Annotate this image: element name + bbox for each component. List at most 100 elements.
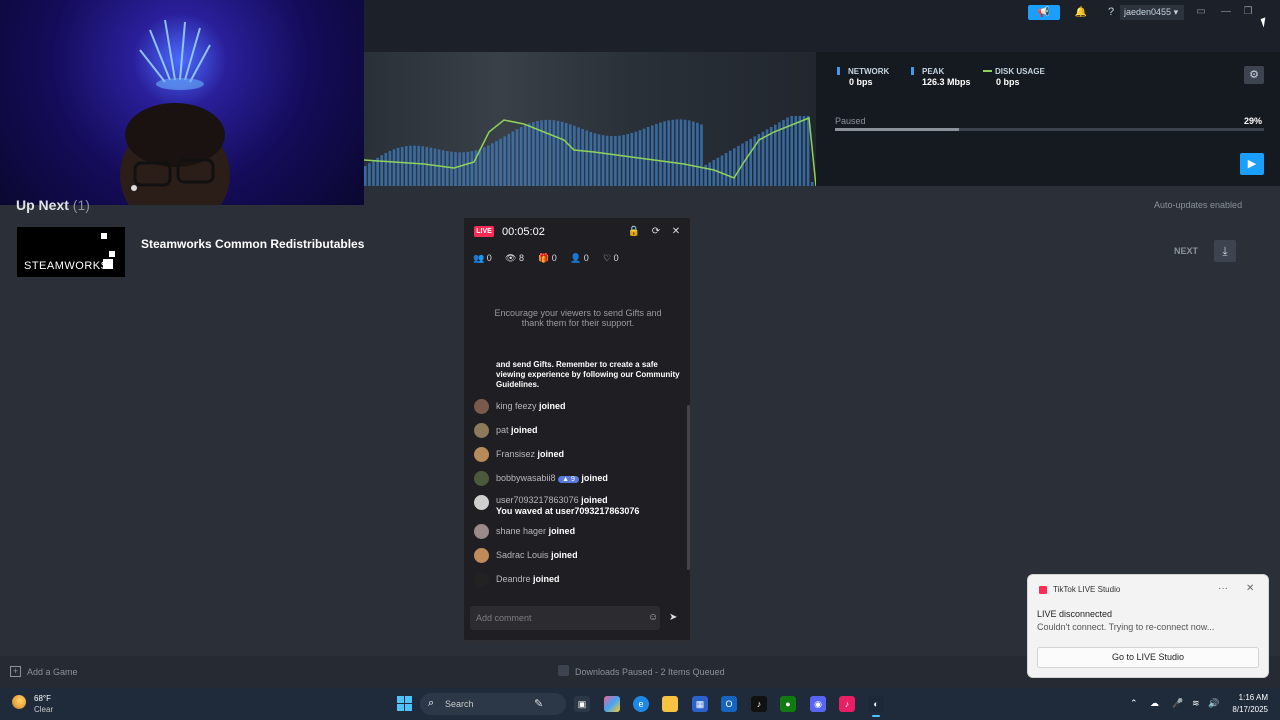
stat-follows: 👤 0 bbox=[570, 253, 589, 263]
chevron-up-icon[interactable]: ⌃ bbox=[1130, 698, 1138, 709]
weather-temperature[interactable]: 68°F bbox=[34, 694, 51, 703]
live-badge: LIVE bbox=[474, 226, 494, 237]
network-bar bbox=[569, 124, 572, 186]
task-view-icon[interactable]: ▣ bbox=[574, 696, 590, 712]
stat-likes: ♡ 0 bbox=[603, 253, 619, 263]
store-icon[interactable]: ▦ bbox=[692, 696, 708, 712]
emoji-icon[interactable]: ☺ bbox=[648, 612, 658, 623]
microphone-icon[interactable]: 🎤 bbox=[1172, 698, 1183, 709]
minimize-button[interactable]: — bbox=[1216, 3, 1236, 21]
network-bar bbox=[794, 116, 798, 186]
network-bar bbox=[380, 155, 383, 186]
network-bar bbox=[651, 125, 654, 186]
community-guideline-message: and send Gifts. Remember to create a saf… bbox=[496, 360, 680, 389]
chat-scrollbar[interactable] bbox=[687, 405, 690, 570]
chat-username[interactable]: shane hager bbox=[496, 526, 546, 536]
discord-icon[interactable]: ◉ bbox=[810, 696, 826, 712]
windows-start-icon[interactable] bbox=[397, 696, 412, 711]
eye-icon: 👁 bbox=[505, 253, 517, 263]
disk-usage-value: 0 bps bbox=[996, 77, 1020, 87]
network-bar bbox=[802, 116, 806, 186]
tiktok-icon[interactable]: ♪ bbox=[751, 696, 767, 712]
network-bar bbox=[593, 133, 597, 186]
go-to-live-studio-button[interactable]: Go to LIVE Studio bbox=[1037, 647, 1259, 668]
downloads-icon[interactable] bbox=[558, 665, 569, 676]
network-bar bbox=[687, 120, 691, 186]
network-bar bbox=[778, 122, 781, 186]
edge-icon[interactable]: e bbox=[633, 696, 649, 712]
network-bar bbox=[511, 131, 515, 186]
active-app-indicator bbox=[872, 715, 880, 717]
network-bar bbox=[790, 116, 793, 186]
clock-time[interactable]: 1:16 AM bbox=[1238, 693, 1268, 702]
play-icon[interactable]: ▶ bbox=[1240, 153, 1264, 175]
network-bar bbox=[376, 157, 379, 186]
network-bar bbox=[810, 182, 814, 186]
steamworks-logo: STEAMWORKS bbox=[17, 227, 125, 277]
user-menu[interactable]: jaeden0455 ▾ bbox=[1120, 5, 1184, 20]
chat-username[interactable]: user7093217863076 bbox=[496, 495, 579, 505]
weather-icon[interactable] bbox=[12, 695, 26, 709]
plus-icon[interactable]: + bbox=[10, 666, 21, 677]
queued-game-title[interactable]: Steamworks Common Redistributables bbox=[141, 237, 364, 251]
chat-username[interactable]: king feezy bbox=[496, 401, 537, 411]
downloads-status[interactable]: Downloads Paused - 2 Items Queued bbox=[575, 667, 725, 677]
taskbar-search[interactable] bbox=[420, 693, 566, 715]
download-graph bbox=[364, 52, 816, 186]
network-bar bbox=[724, 153, 728, 186]
stat-viewers: 👥 0 bbox=[473, 253, 492, 263]
gear-icon[interactable]: ⚙ bbox=[1244, 66, 1264, 84]
lock-icon[interactable]: 🔒 bbox=[627, 225, 641, 239]
network-bar bbox=[618, 135, 621, 186]
network-bar bbox=[528, 123, 531, 186]
network-bar bbox=[405, 146, 408, 186]
monitor-icon[interactable]: ▭ bbox=[1192, 3, 1210, 21]
xbox-icon[interactable]: ● bbox=[780, 696, 796, 712]
chat-username[interactable]: Fransisez bbox=[496, 449, 535, 459]
clock-date[interactable]: 8/17/2025 bbox=[1226, 705, 1268, 714]
restore-button[interactable]: ❐ bbox=[1238, 3, 1258, 21]
chat-username[interactable]: bobbywasabii8 bbox=[496, 473, 556, 483]
network-bar bbox=[384, 152, 388, 186]
chat-username[interactable]: pat bbox=[496, 425, 509, 435]
network-bar bbox=[630, 133, 634, 186]
gift-icon: 🎁 bbox=[538, 253, 550, 263]
network-bar bbox=[667, 120, 670, 186]
weather-description[interactable]: Clear bbox=[34, 705, 53, 714]
network-bar bbox=[671, 119, 675, 186]
network-bar bbox=[634, 131, 638, 186]
avatar bbox=[474, 548, 489, 563]
steam-icon[interactable]: ◐ bbox=[868, 696, 884, 712]
network-bar bbox=[523, 125, 527, 186]
volume-icon[interactable]: 🔊 bbox=[1208, 698, 1219, 709]
cloud-icon[interactable]: ☁ bbox=[1150, 698, 1159, 709]
peak-legend-icon bbox=[911, 67, 914, 75]
network-bar bbox=[610, 135, 613, 186]
next-label: NEXT bbox=[1174, 246, 1199, 256]
network-bar bbox=[577, 127, 580, 186]
close-icon[interactable]: ✕ bbox=[1246, 583, 1254, 594]
more-options-icon[interactable]: ··· bbox=[1218, 583, 1228, 594]
close-icon[interactable]: ✕ bbox=[669, 225, 683, 239]
network-bar bbox=[782, 119, 785, 186]
toast-title: LIVE disconnected bbox=[1037, 609, 1113, 619]
avatar bbox=[474, 524, 489, 539]
copilot-icon[interactable] bbox=[604, 696, 620, 712]
bell-icon[interactable]: 🔔 bbox=[1070, 5, 1092, 20]
tiktok-live-studio-icon[interactable]: ♪ bbox=[839, 696, 855, 712]
chat-username[interactable]: Deandre bbox=[496, 574, 531, 584]
network-bar bbox=[761, 131, 765, 186]
megaphone-icon[interactable]: 📢 bbox=[1028, 5, 1060, 20]
help-button[interactable]: ? bbox=[1104, 5, 1118, 20]
send-icon[interactable]: ➤ bbox=[669, 612, 677, 623]
wifi-icon[interactable]: ≋ bbox=[1192, 698, 1200, 709]
chat-username[interactable]: Sadrac Louis bbox=[496, 550, 549, 560]
download-icon[interactable]: ⤓ bbox=[1214, 240, 1236, 262]
network-bar bbox=[437, 149, 441, 186]
file-explorer-icon[interactable] bbox=[662, 696, 678, 712]
add-game-button[interactable]: Add a Game bbox=[27, 667, 78, 677]
comment-placeholder: Add comment bbox=[476, 613, 532, 623]
refresh-icon[interactable]: ⟳ bbox=[649, 225, 663, 239]
disk-legend-icon bbox=[983, 70, 992, 72]
outlook-icon[interactable]: O bbox=[721, 696, 737, 712]
